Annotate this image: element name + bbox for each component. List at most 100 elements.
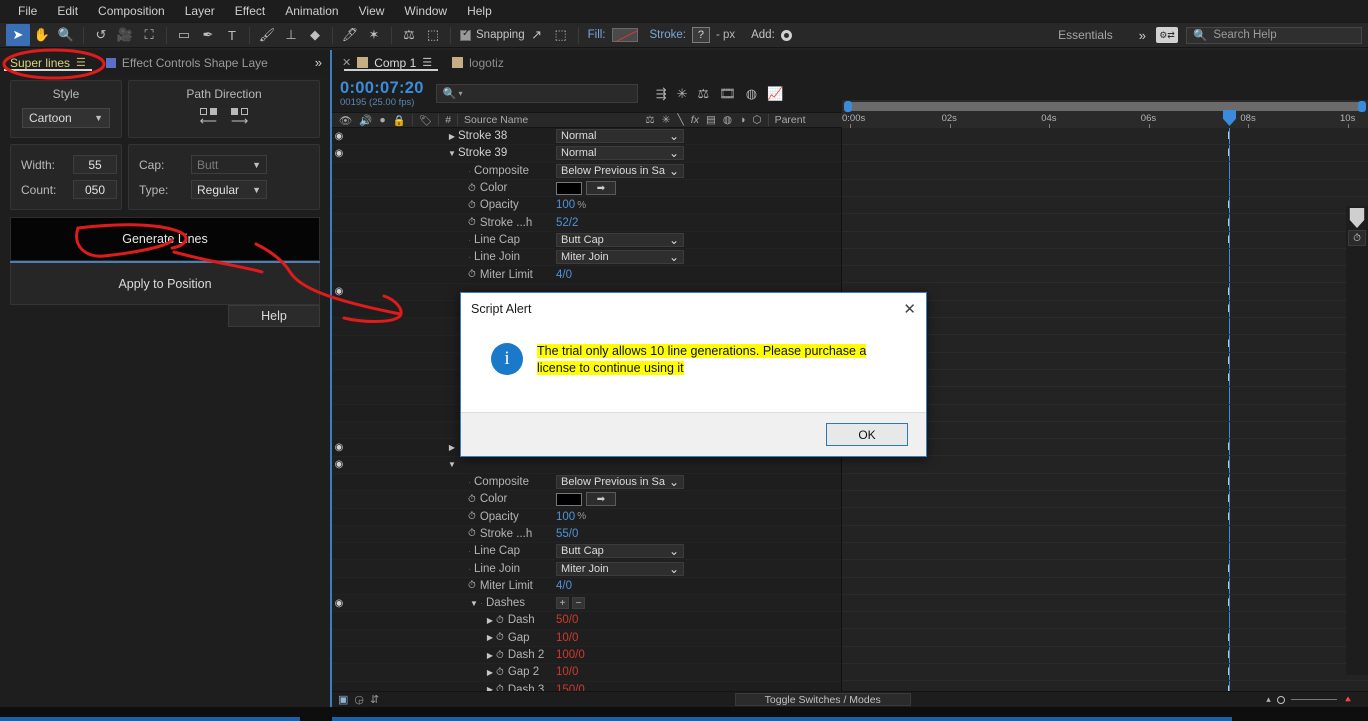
- pan-behind-tool-icon[interactable]: ⛶: [137, 24, 161, 46]
- keyframe-marker[interactable]: I: [1225, 131, 1232, 142]
- keyframe-marker[interactable]: I: [1225, 459, 1232, 470]
- twirl-down-icon[interactable]: ▼: [446, 149, 458, 158]
- keyframe-marker[interactable]: I: [1225, 338, 1232, 349]
- timeline-menu-icon[interactable]: ☰: [422, 56, 432, 69]
- close-icon[interactable]: ✕: [342, 56, 351, 69]
- eye-icon[interactable]: ◉: [332, 286, 346, 297]
- tab-super-lines[interactable]: Super lines ☰: [0, 50, 96, 75]
- table-row[interactable]: · Line Cap Butt Cap ⌄: [332, 543, 841, 561]
- composition-mini-flowchart-icon[interactable]: ⇶: [656, 86, 667, 102]
- keyframe-marker[interactable]: I: [1225, 667, 1232, 678]
- help-button[interactable]: Help: [228, 305, 320, 327]
- eye-icon[interactable]: ◉: [332, 131, 346, 142]
- table-row[interactable]: ▶ ⏱ Dash 3 150/0: [332, 682, 841, 691]
- menu-item-edit[interactable]: Edit: [47, 0, 88, 22]
- stopwatch-rail-icon[interactable]: ⏱: [1348, 230, 1366, 246]
- menu-item-animation[interactable]: Animation: [275, 0, 348, 22]
- draft-3d-icon[interactable]: ✳: [677, 86, 688, 102]
- table-row[interactable]: · Line Cap Butt Cap ⌄: [332, 232, 841, 250]
- table-row[interactable]: ▶ ⏱ Gap 10/0: [332, 629, 841, 647]
- twirl-right-icon[interactable]: ▶: [446, 132, 458, 141]
- eyedropper-icon[interactable]: ➡: [586, 492, 616, 507]
- stopwatch-icon[interactable]: ⏱: [496, 667, 504, 678]
- property-value[interactable]: 55/0: [556, 528, 578, 540]
- align-icon[interactable]: ⚖: [397, 24, 421, 46]
- table-row[interactable]: · Line Join Miter Join ⌄: [332, 560, 841, 578]
- tab-effect-controls[interactable]: Effect Controls Shape Laye: [96, 50, 278, 75]
- brush-tool-icon[interactable]: 🖌: [255, 24, 279, 46]
- stopwatch-icon[interactable]: ⏱: [496, 684, 504, 691]
- stopwatch-icon[interactable]: ⏱: [468, 269, 476, 280]
- table-row[interactable]: ⏱ Miter Limit 4/0: [332, 578, 841, 596]
- color-swatch[interactable]: [556, 492, 582, 506]
- shield-icon[interactable]: [1349, 208, 1365, 228]
- menu-item-help[interactable]: Help: [457, 0, 502, 22]
- table-row[interactable]: · Composite Below Previous in Sa ⌄: [332, 163, 841, 180]
- stopwatch-icon[interactable]: ⏱: [496, 632, 504, 643]
- menu-item-file[interactable]: File: [8, 0, 47, 22]
- mode-dropdown[interactable]: Miter Join ⌄: [556, 561, 684, 576]
- mode-dropdown[interactable]: Below Previous in Sa ⌄: [556, 163, 684, 178]
- twirl-right-icon[interactable]: ▶: [484, 668, 496, 677]
- zoom-tool-icon[interactable]: 🔍: [54, 24, 78, 46]
- snap-target-icon[interactable]: ↗: [525, 24, 549, 46]
- mode-dropdown[interactable]: Butt Cap ⌄: [556, 232, 684, 247]
- mode-dropdown[interactable]: Normal ⌄: [556, 129, 684, 144]
- menu-item-window[interactable]: Window: [394, 0, 457, 22]
- work-area-end-handle[interactable]: [1358, 101, 1366, 112]
- panel-menu-icon[interactable]: ☰: [76, 56, 86, 69]
- frame-blend-footer-icon[interactable]: ▣: [338, 693, 348, 706]
- work-area-start-handle[interactable]: [844, 101, 852, 112]
- property-value[interactable]: 150/0: [556, 684, 585, 691]
- keyframe-marker[interactable]: I: [1225, 304, 1232, 315]
- menu-item-layer[interactable]: Layer: [175, 0, 225, 22]
- tab-comp-1[interactable]: ✕ Comp 1 ☰: [332, 50, 442, 75]
- property-value[interactable]: 10/0: [556, 666, 578, 678]
- zoom-slider-thumb[interactable]: [1276, 695, 1285, 704]
- frame-blending-icon[interactable]: 🎞: [719, 86, 736, 102]
- color-swatch[interactable]: [556, 181, 582, 195]
- roto-brush-tool-icon[interactable]: 🖊: [338, 24, 362, 46]
- keyframe-marker[interactable]: I: [1225, 217, 1232, 228]
- zoom-out-icon[interactable]: ▴: [1266, 694, 1271, 705]
- stopwatch-icon[interactable]: ⏱: [468, 511, 476, 522]
- stopwatch-icon[interactable]: ⏱: [468, 217, 476, 228]
- toggle-switches-modes-button[interactable]: Toggle Switches / Modes: [734, 693, 911, 706]
- table-row[interactable]: · Line Join Miter Join ⌄: [332, 249, 841, 267]
- workspace-overflow-icon[interactable]: »: [1129, 28, 1156, 43]
- table-row[interactable]: ⏱ Miter Limit 4/0: [332, 266, 841, 284]
- type-tool-icon[interactable]: T: [220, 24, 244, 46]
- keyframe-marker[interactable]: I: [1225, 373, 1232, 384]
- timecode-display[interactable]: 0:00:07:20 00195 (25.00 fps): [340, 79, 424, 108]
- mode-dropdown[interactable]: Below Previous in Sa ⌄: [556, 475, 684, 490]
- snapping-toggle[interactable]: Snapping: [460, 28, 525, 41]
- timeline-ruler[interactable]: 0:00s 02s 04s 06s 08s 10s: [842, 100, 1368, 129]
- fill-control[interactable]: Fill:: [588, 28, 638, 42]
- table-row[interactable]: ◉ ▼ · Dashes + −: [332, 595, 841, 613]
- tab-logotiz[interactable]: logotiz: [442, 50, 514, 75]
- style-select[interactable]: Cartoon ▼: [22, 108, 110, 128]
- keyframe-marker[interactable]: I: [1225, 511, 1232, 522]
- eye-icon[interactable]: ◉: [332, 442, 346, 453]
- zoom-in-icon[interactable]: 🔺: [1343, 694, 1354, 705]
- rotation-tool-icon[interactable]: ↺: [89, 24, 113, 46]
- twirl-right-icon[interactable]: ▶: [446, 443, 458, 452]
- motion-blur-icon[interactable]: ◍: [746, 86, 757, 102]
- property-value[interactable]: 100/0: [556, 649, 585, 661]
- eye-icon[interactable]: ◉: [332, 459, 346, 470]
- keyframe-marker[interactable]: I: [1225, 477, 1232, 488]
- menu-item-view[interactable]: View: [349, 0, 395, 22]
- left-panel-overflow-icon[interactable]: »: [307, 50, 330, 75]
- table-row[interactable]: ⏱ Stroke ...h 52/2: [332, 214, 841, 232]
- dialog-close-icon[interactable]: ✕: [903, 302, 916, 317]
- add-menu-icon[interactable]: [780, 29, 792, 41]
- keyframe-marker[interactable]: I: [1225, 355, 1232, 366]
- menu-item-composition[interactable]: Composition: [88, 0, 175, 22]
- twirl-right-icon[interactable]: ▶: [484, 616, 496, 625]
- stroke-control[interactable]: Stroke: ? - px: [650, 27, 735, 43]
- stroke-swatch[interactable]: ?: [691, 27, 710, 43]
- table-row[interactable]: ◉ ▼: [332, 456, 841, 474]
- keyframe-marker[interactable]: I: [1225, 563, 1232, 574]
- motion-blur-footer-icon[interactable]: ◶: [354, 693, 364, 706]
- eraser-tool-icon[interactable]: ◆: [303, 24, 327, 46]
